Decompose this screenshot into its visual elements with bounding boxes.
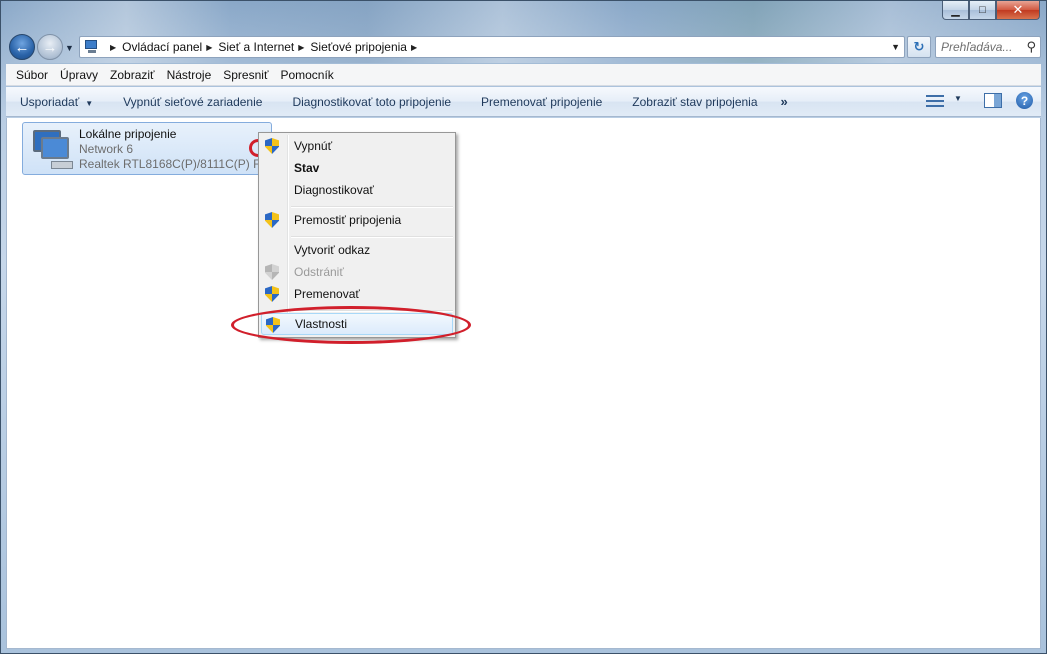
- uac-shield-icon: [265, 286, 279, 302]
- connection-network: Network 6: [79, 142, 134, 156]
- chevron-down-icon: ▼: [954, 93, 962, 103]
- menu-help[interactable]: Pomocník: [274, 68, 339, 82]
- menu-tools[interactable]: Nástroje: [161, 68, 218, 82]
- breadcrumb-control-panel[interactable]: Ovládací panel: [122, 40, 202, 54]
- menu-item-label: Vytvoriť odkaz: [294, 243, 371, 257]
- forward-button[interactable]: →: [37, 34, 63, 60]
- arrow-right-icon: →: [42, 38, 58, 56]
- arrow-left-icon: ←: [14, 38, 30, 56]
- search-icon[interactable]: ⚲: [1026, 39, 1036, 55]
- menu-item-bridge[interactable]: Premostiť pripojenia: [261, 209, 453, 231]
- chevron-right-icon[interactable]: ▶: [298, 43, 304, 52]
- navigation-row: ← → ▼ ▶ Ovládací panel ▶ Sieť a Internet…: [7, 33, 1041, 61]
- uac-shield-icon: [265, 212, 279, 228]
- connection-item-local[interactable]: Lokálne pripojenie Network 6 Realtek RTL…: [22, 122, 277, 175]
- chevron-right-icon[interactable]: ▶: [411, 43, 417, 52]
- menu-item-delete: Odstrániť: [261, 261, 453, 283]
- refresh-icon: ↻: [913, 39, 925, 54]
- search-placeholder: Prehľadáva...: [941, 40, 1013, 54]
- connection-adapter: Realtek RTL8168C(P)/8111C(P) Fa...: [79, 157, 278, 171]
- organize-label: Usporiadať: [20, 94, 80, 109]
- caption-buttons: ▁ □ ✕: [942, 1, 1040, 20]
- menu-item-label: Stav: [294, 161, 320, 175]
- menu-edit[interactable]: Úpravy: [54, 68, 104, 82]
- preview-pane-icon[interactable]: [984, 93, 1002, 108]
- network-adapter-icon: [27, 127, 77, 171]
- disable-device-button[interactable]: Vypnúť sieťové zariadenie: [108, 95, 277, 109]
- chevron-right-icon[interactable]: ▶: [110, 43, 116, 52]
- close-button[interactable]: ✕: [996, 1, 1040, 20]
- uac-shield-icon: [265, 264, 279, 280]
- explorer-window: ▁ □ ✕ ← → ▼ ▶ Ovládací panel ▶ Sieť a In…: [0, 0, 1047, 654]
- menu-file[interactable]: Súbor: [10, 68, 54, 82]
- rename-connection-button[interactable]: Premenovať pripojenie: [466, 95, 617, 109]
- breadcrumb: ▶ Ovládací panel ▶ Sieť a Internet ▶ Sie…: [106, 40, 423, 54]
- menu-item-rename[interactable]: Premenovať: [261, 283, 453, 305]
- menu-item-label: Odstrániť: [294, 265, 344, 279]
- menu-view[interactable]: Zobraziť: [104, 68, 161, 82]
- menu-item-status[interactable]: Stav: [261, 157, 453, 179]
- recent-pages-dropdown[interactable]: ▼: [65, 43, 74, 53]
- refresh-button[interactable]: ↻: [907, 36, 931, 58]
- connections-view[interactable]: Lokálne pripojenie Network 6 Realtek RTL…: [6, 118, 1041, 649]
- diagnose-connection-button[interactable]: Diagnostikovať toto pripojenie: [277, 95, 466, 109]
- annotation-ellipse: [231, 306, 471, 344]
- details-view-icon: [926, 94, 944, 108]
- back-button[interactable]: ←: [9, 34, 35, 60]
- change-view-button[interactable]: ▼: [926, 94, 970, 108]
- menu-separator: [291, 206, 453, 208]
- chevron-down-icon: ▼: [85, 98, 94, 108]
- connection-name: Lokálne pripojenie: [79, 127, 177, 141]
- address-bar[interactable]: ▶ Ovládací panel ▶ Sieť a Internet ▶ Sie…: [79, 36, 905, 58]
- menu-item-create-shortcut[interactable]: Vytvoriť odkaz: [261, 239, 453, 261]
- menu-advanced[interactable]: Spresniť: [217, 68, 274, 82]
- menu-separator: [291, 236, 453, 238]
- breadcrumb-network-internet[interactable]: Sieť a Internet: [218, 40, 294, 54]
- command-bar-right: ▼ ?: [926, 92, 1033, 109]
- help-icon[interactable]: ?: [1016, 92, 1033, 109]
- menu-bar: Súbor Úpravy Zobraziť Nástroje Spresniť …: [6, 64, 1041, 86]
- menu-item-label: Diagnostikovať: [294, 183, 374, 197]
- chevron-right-icon[interactable]: ▶: [206, 43, 212, 52]
- menu-item-label: Vypnúť: [294, 139, 333, 153]
- view-status-button[interactable]: Zobraziť stav pripojenia: [617, 95, 772, 109]
- menu-item-label: Premenovať: [294, 287, 360, 301]
- search-input[interactable]: Prehľadáva... ⚲: [935, 36, 1041, 58]
- organize-button[interactable]: Usporiadať ▼: [6, 95, 108, 109]
- maximize-button[interactable]: □: [969, 1, 996, 20]
- more-commands-button[interactable]: »: [773, 94, 796, 109]
- command-bar: Usporiadať ▼ Vypnúť sieťové zariadenie Di…: [6, 87, 1041, 117]
- uac-shield-icon: [265, 138, 279, 154]
- menu-item-diagnose[interactable]: Diagnostikovať: [261, 179, 453, 201]
- menu-item-disable[interactable]: Vypnúť: [261, 135, 453, 157]
- minimize-button[interactable]: ▁: [942, 1, 969, 20]
- network-folder-icon: [84, 39, 100, 55]
- connection-details: Lokálne pripojenie Network 6 Realtek RTL…: [79, 127, 277, 172]
- breadcrumb-network-connections[interactable]: Sieťové pripojenia: [310, 40, 407, 54]
- menu-item-label: Premostiť pripojenia: [294, 213, 402, 227]
- address-history-dropdown[interactable]: ▼: [891, 42, 900, 52]
